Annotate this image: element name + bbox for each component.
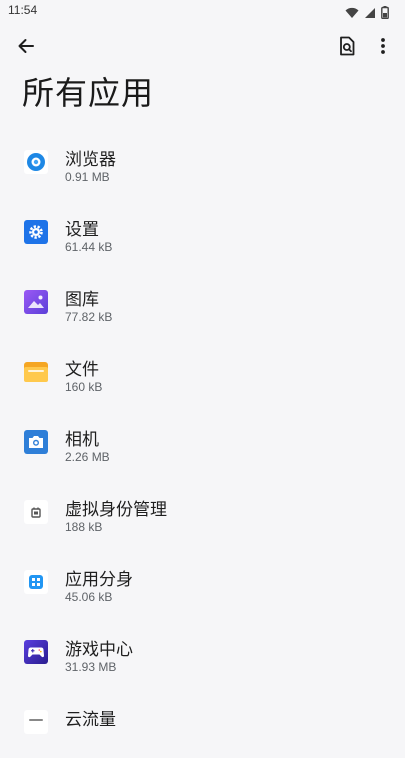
arrow-back-icon [17, 37, 35, 59]
app-list-item-virtual-identity[interactable]: 虚拟身份管理 188 kB [0, 478, 405, 548]
files-icon [24, 360, 48, 384]
gallery-icon [24, 290, 48, 314]
app-size: 77.82 kB [65, 310, 113, 324]
cloud-traffic-icon [24, 710, 48, 734]
app-name: 相机 [65, 430, 99, 450]
signal-icon [364, 4, 376, 23]
game-center-icon [24, 640, 48, 664]
app-list-item-camera[interactable]: 相机 2.26 MB [0, 408, 405, 478]
app-clone-icon [24, 570, 48, 594]
page-title: 所有应用 [22, 74, 155, 112]
browser-icon [24, 150, 48, 174]
more-options-button[interactable] [369, 34, 397, 62]
battery-icon [381, 4, 389, 23]
app-list-item-game-center[interactable]: 游戏中心 31.93 MB [0, 618, 405, 688]
search-button[interactable] [333, 34, 361, 62]
app-name: 浏览器 [65, 150, 116, 170]
app-name: 图库 [65, 290, 99, 310]
app-list-item-app-clone[interactable]: 应用分身 45.06 kB [0, 548, 405, 618]
app-size: 188 kB [65, 520, 103, 534]
app-size: 160 kB [65, 380, 103, 394]
camera-icon [24, 430, 48, 454]
back-button[interactable] [12, 34, 40, 62]
app-size: 31.93 MB [65, 660, 117, 674]
app-name: 设置 [65, 220, 99, 240]
app-name: 游戏中心 [65, 640, 133, 660]
top-app-bar [0, 30, 405, 64]
app-size: 2.26 MB [65, 450, 110, 464]
status-icons [345, 4, 389, 23]
app-size: 61.44 kB [65, 240, 113, 254]
wifi-icon [345, 4, 359, 23]
app-list-item-browser[interactable]: 浏览器 0.91 MB [0, 128, 405, 198]
app-name: 云流量 [65, 710, 116, 730]
search-document-icon [338, 36, 356, 60]
app-name: 文件 [65, 360, 99, 380]
status-bar: 11:54 [0, 0, 405, 24]
app-name: 应用分身 [65, 570, 133, 590]
app-list: 浏览器 0.91 MB 设置 61.44 kB 图库 77.82 kB 文件 1… [0, 128, 405, 758]
app-list-item-settings[interactable]: 设置 61.44 kB [0, 198, 405, 268]
app-list-item-cloud-traffic[interactable]: 云流量 [0, 688, 405, 758]
virtual-identity-icon [24, 500, 48, 524]
settings-icon [24, 220, 48, 244]
app-size: 0.91 MB [65, 170, 110, 184]
app-name: 虚拟身份管理 [65, 500, 167, 520]
status-time: 11:54 [8, 3, 38, 17]
app-size: 45.06 kB [65, 590, 113, 604]
app-list-item-gallery[interactable]: 图库 77.82 kB [0, 268, 405, 338]
app-list-item-files[interactable]: 文件 160 kB [0, 338, 405, 408]
more-vert-icon [380, 37, 386, 59]
